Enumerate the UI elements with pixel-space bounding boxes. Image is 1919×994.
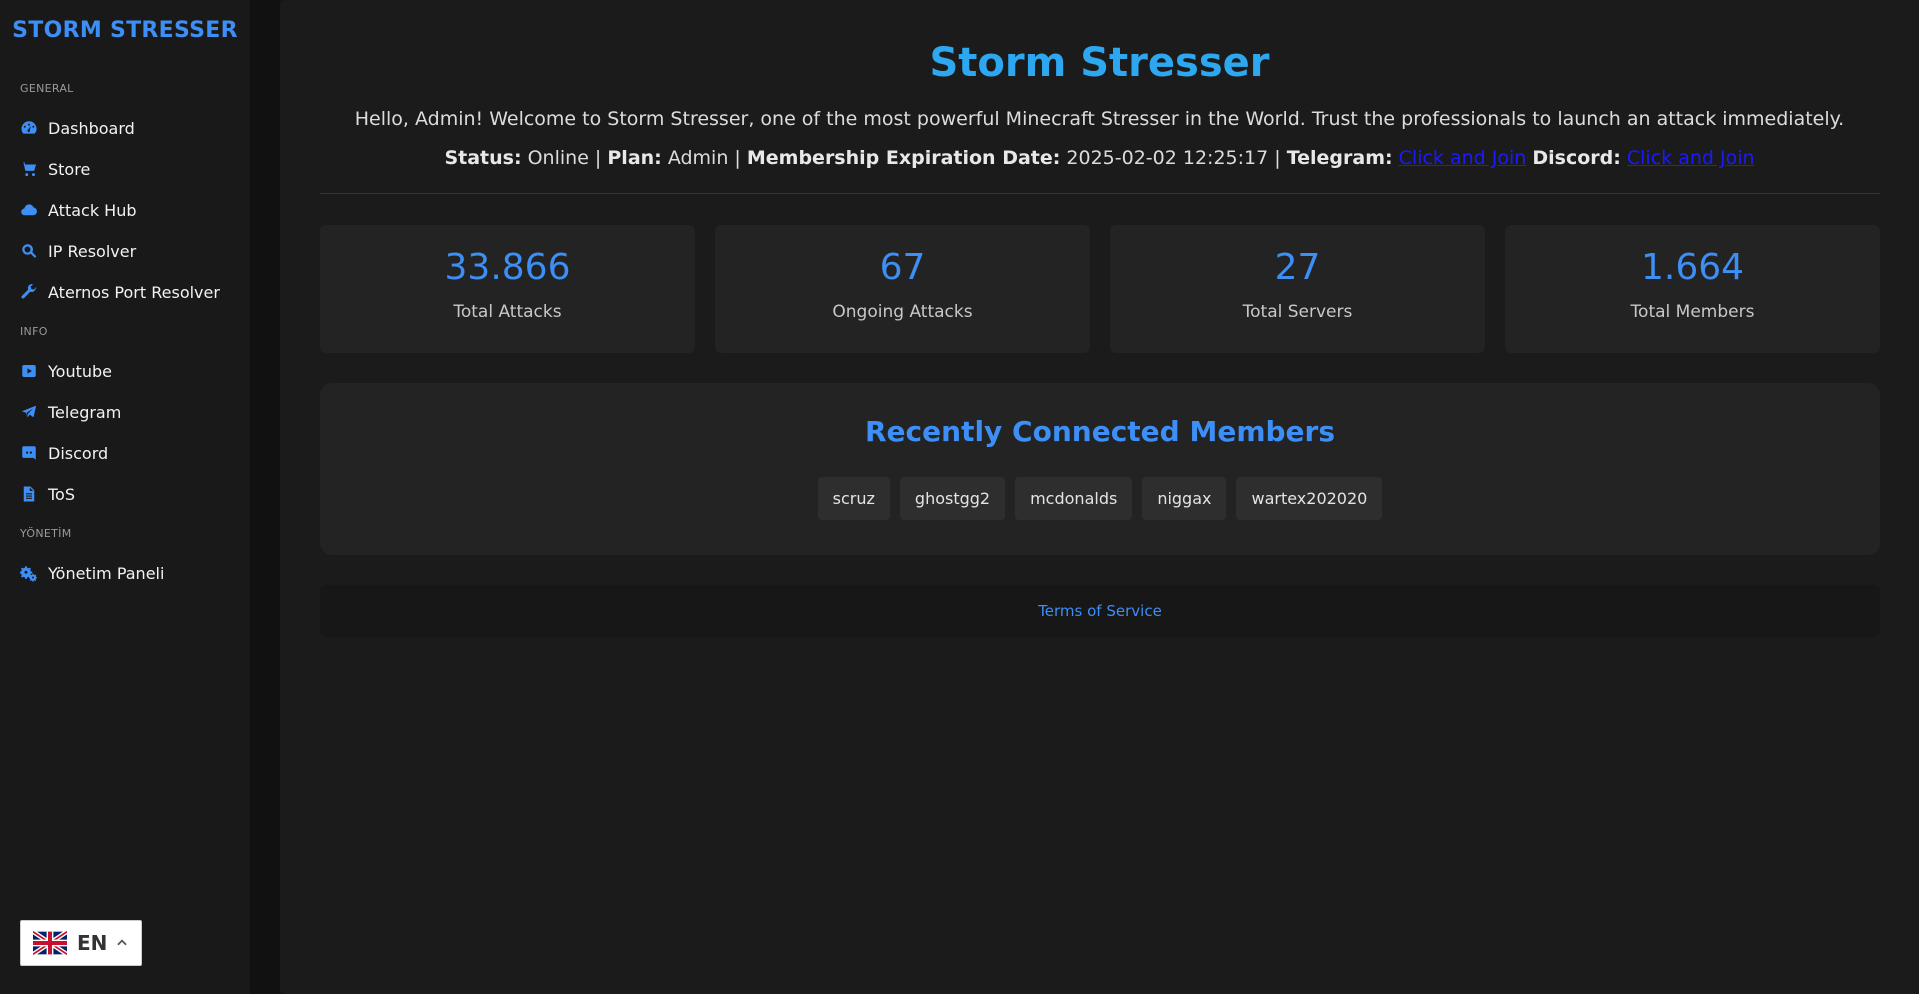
stat-card-total-members: 1.664 Total Members — [1505, 225, 1880, 353]
gears-icon — [18, 564, 40, 582]
plan-value: Admin — [667, 147, 729, 169]
divider — [320, 193, 1880, 194]
sidebar-item-youtube[interactable]: Youtube — [18, 355, 112, 387]
terms-of-service-link[interactable]: Terms of Service — [1038, 602, 1162, 620]
stat-label: Total Attacks — [453, 302, 562, 322]
page-title: Storm Stresser — [929, 40, 1270, 86]
language-selector[interactable]: EN — [20, 920, 142, 966]
stat-label: Ongoing Attacks — [832, 302, 973, 322]
sidebar: STORM STRESSER GENERAL Dashboard Store A… — [0, 0, 250, 994]
document-icon — [18, 485, 40, 503]
stat-card-total-servers: 27 Total Servers — [1110, 225, 1485, 353]
discord-icon — [18, 444, 40, 462]
sidebar-item-discord[interactable]: Discord — [18, 437, 108, 469]
main-content: Storm Stresser Hello, Admin! Welcome to … — [280, 0, 1919, 994]
telegram-icon — [18, 403, 40, 421]
uk-flag-icon — [33, 930, 67, 956]
sidebar-item-label: IP Resolver — [48, 241, 137, 261]
status-value: Online — [527, 147, 589, 169]
sidebar-item-label: Dashboard — [48, 118, 135, 138]
member-chip[interactable]: ghostgg2 — [899, 477, 1006, 520]
stat-card-ongoing-attacks: 67 Ongoing Attacks — [715, 225, 1090, 353]
section-label-info: INFO — [20, 325, 48, 338]
member-chip[interactable]: wartex202020 — [1236, 477, 1383, 520]
status-label: Status: — [444, 147, 522, 169]
status-line: Status: Online | Plan: Admin | Membershi… — [444, 147, 1755, 169]
stat-value: 33.866 — [444, 247, 571, 288]
sidebar-item-label: Yönetim Paneli — [48, 563, 165, 583]
member-chip[interactable]: scruz — [817, 477, 890, 520]
section-label-management: YÖNETİM — [20, 527, 72, 540]
cloud-icon — [18, 201, 40, 219]
stat-value: 1.664 — [1640, 247, 1745, 288]
cart-icon — [18, 160, 40, 178]
sidebar-item-label: ToS — [48, 484, 75, 504]
stat-value: 27 — [1274, 247, 1321, 288]
discord-label: Discord: — [1532, 147, 1621, 169]
expiry-value: 2025-02-02 12:25:17 — [1066, 147, 1269, 169]
telegram-label: Telegram: — [1286, 147, 1393, 169]
section-label-general: GENERAL — [20, 82, 74, 95]
brand-logo[interactable]: STORM STRESSER — [0, 18, 250, 43]
member-chip[interactable]: mcdonalds — [1015, 477, 1133, 520]
telegram-join-link[interactable]: Click and Join — [1399, 147, 1527, 169]
sidebar-item-label: Store — [48, 159, 91, 179]
recent-members-panel: Recently Connected Members scruz ghostgg… — [320, 383, 1880, 555]
sidebar-item-label: Aternos Port Resolver — [48, 282, 220, 302]
stat-value: 67 — [879, 247, 926, 288]
youtube-icon — [18, 362, 40, 380]
sidebar-item-dashboard[interactable]: Dashboard — [18, 112, 135, 144]
member-chip-list: scruz ghostgg2 mcdonalds niggax wartex20… — [320, 477, 1880, 520]
sidebar-item-label: Youtube — [48, 361, 112, 381]
sidebar-gutter — [250, 0, 280, 994]
sidebar-item-admin-panel[interactable]: Yönetim Paneli — [18, 557, 164, 589]
wrench-icon — [18, 283, 40, 301]
footer: Terms of Service — [320, 585, 1880, 637]
recent-members-heading: Recently Connected Members — [865, 415, 1335, 448]
sidebar-item-store[interactable]: Store — [18, 153, 90, 185]
member-chip[interactable]: niggax — [1142, 477, 1227, 520]
stat-card-total-attacks: 33.866 Total Attacks — [320, 225, 695, 353]
sidebar-item-ip-resolver[interactable]: IP Resolver — [18, 235, 136, 267]
sidebar-item-telegram[interactable]: Telegram — [18, 396, 121, 428]
sidebar-item-label: Discord — [48, 443, 109, 463]
language-label: EN — [77, 931, 108, 955]
welcome-message: Hello, Admin! Welcome to Storm Stresser,… — [354, 108, 1845, 130]
plan-label: Plan: — [607, 147, 662, 169]
sidebar-item-aternos-port-resolver[interactable]: Aternos Port Resolver — [18, 276, 220, 308]
sidebar-item-label: Attack Hub — [48, 200, 137, 220]
dashboard-icon — [18, 119, 40, 137]
sidebar-item-label: Telegram — [48, 402, 122, 422]
search-icon — [18, 242, 40, 260]
expiry-label: Membership Expiration Date: — [746, 147, 1061, 169]
sidebar-item-attack-hub[interactable]: Attack Hub — [18, 194, 137, 226]
sidebar-item-tos[interactable]: ToS — [18, 478, 75, 510]
discord-join-link[interactable]: Click and Join — [1627, 147, 1755, 169]
stat-label: Total Servers — [1242, 302, 1353, 322]
chevron-up-icon — [117, 939, 128, 946]
stat-label: Total Members — [1630, 302, 1755, 322]
